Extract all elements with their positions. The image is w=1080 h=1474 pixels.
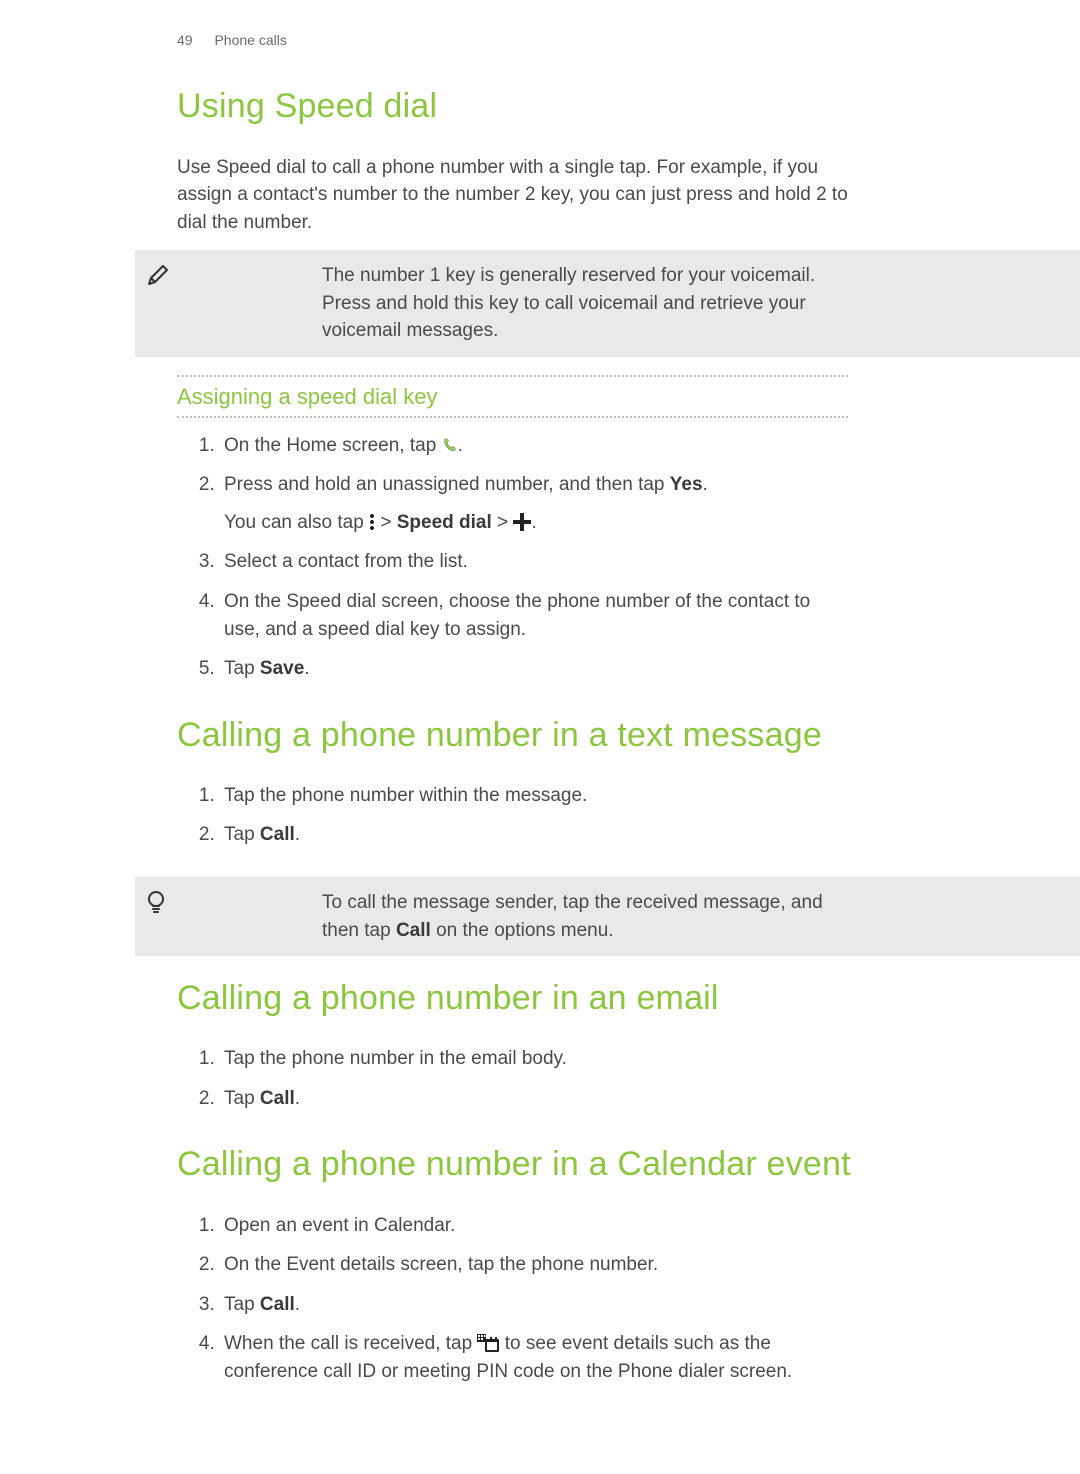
lightbulb-icon <box>145 889 171 915</box>
textmsg-tip: To call the message sender, tap the rece… <box>135 877 1080 956</box>
textmsg-steps-list: Tap the phone number within the message.… <box>0 782 1080 849</box>
speed-dial-intro: Use Speed dial to call a phone number wi… <box>0 154 1080 237</box>
plus-icon <box>513 513 531 531</box>
page-number: 49 <box>177 32 193 48</box>
calendar-step-1: Open an event in Calendar. <box>220 1212 848 1240</box>
voicemail-note-text: The number 1 key is generally reserved f… <box>322 265 815 341</box>
assign-step-2-alt: You can also tap > Speed dial > . <box>224 509 848 537</box>
heading-speed-dial: Using Speed dial <box>0 82 1080 131</box>
email-step-2: Tap Call. <box>220 1085 848 1113</box>
heading-text-message: Calling a phone number in a text message <box>0 711 1080 760</box>
page-header: 49 Phone calls <box>0 30 1080 50</box>
assign-step-3: Select a contact from the list. <box>220 548 848 576</box>
event-details-icon <box>477 1334 499 1352</box>
subheading-assign-key: Assigning a speed dial key <box>177 375 848 418</box>
calendar-steps-list: Open an event in Calendar. On the Event … <box>0 1212 1080 1386</box>
manual-page: 49 Phone calls Using Speed dial Use Spee… <box>0 0 1080 1474</box>
voicemail-note: The number 1 key is generally reserved f… <box>135 250 1080 357</box>
calendar-step-2: On the Event details screen, tap the pho… <box>220 1251 848 1279</box>
email-step-1: Tap the phone number in the email body. <box>220 1045 848 1073</box>
heading-calendar: Calling a phone number in a Calendar eve… <box>0 1140 1080 1189</box>
email-steps-list: Tap the phone number in the email body. … <box>0 1045 1080 1112</box>
textmsg-step-1: Tap the phone number within the message. <box>220 782 848 810</box>
calendar-step-4: When the call is received, tap to see ev… <box>220 1330 848 1385</box>
assign-step-4: On the Speed dial screen, choose the pho… <box>220 588 848 643</box>
assign-step-5: Tap Save. <box>220 655 848 683</box>
pencil-icon <box>145 262 171 288</box>
section-name: Phone calls <box>214 32 286 48</box>
phone-icon <box>442 437 458 453</box>
assign-step-1: On the Home screen, tap . <box>220 432 848 460</box>
textmsg-step-2: Tap Call. <box>220 821 848 849</box>
assign-steps-list: On the Home screen, tap . Press and hold… <box>0 432 1080 683</box>
assign-step-2: Press and hold an unassigned number, and… <box>220 471 848 536</box>
calendar-step-3: Tap Call. <box>220 1291 848 1319</box>
heading-email: Calling a phone number in an email <box>0 974 1080 1023</box>
